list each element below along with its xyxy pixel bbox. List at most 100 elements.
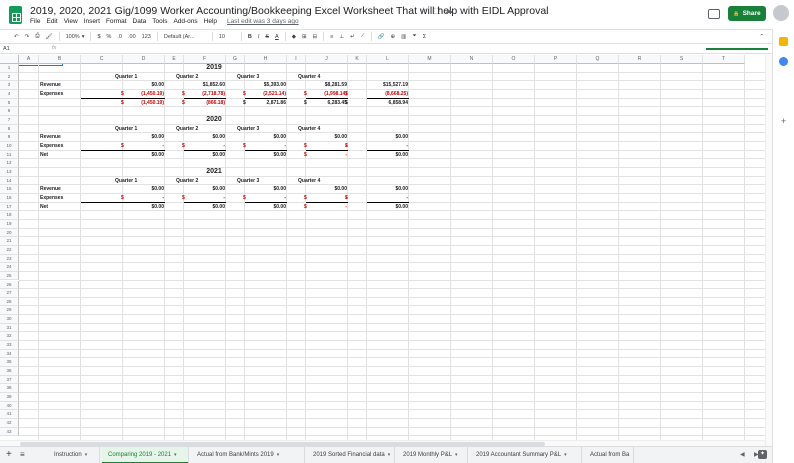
row-header-12[interactable]: 12 <box>0 159 19 168</box>
row-header-22[interactable]: 22 <box>0 245 19 255</box>
quarter-header[interactable]: Quarter 3 <box>236 177 278 186</box>
row-header-6[interactable]: 6 <box>0 107 19 116</box>
net-value[interactable]: (1,450.19) <box>123 99 165 108</box>
paint-format-icon[interactable]: 🖌 <box>46 34 53 40</box>
row-header-30[interactable]: 30 <box>0 315 19 324</box>
select-all-corner[interactable] <box>0 55 19 64</box>
net-value[interactable]: $0.00 <box>123 203 165 212</box>
row-header-18[interactable]: 18 <box>0 211 19 220</box>
row-header-35[interactable]: 35 <box>0 358 19 368</box>
row-header-19[interactable]: 19 <box>0 219 19 229</box>
row-header-43[interactable]: 43 <box>0 427 19 437</box>
column-header-s[interactable]: S <box>661 55 703 64</box>
row-label[interactable]: Revenue <box>39 81 81 90</box>
document-title[interactable]: 2019, 2020, 2021 Gig/1099 Worker Account… <box>30 5 549 17</box>
quarter-header[interactable]: Quarter 1 <box>114 125 156 134</box>
filter-icon[interactable]: ⏷ <box>412 33 416 40</box>
currency-symbol[interactable]: $ <box>303 99 311 108</box>
year-heading[interactable]: 2019 <box>184 64 244 73</box>
row-label[interactable]: Net <box>39 203 81 212</box>
fill-color-icon[interactable]: ◆ <box>292 34 296 40</box>
net-value[interactable]: $0.00 <box>245 203 287 212</box>
decrease-decimal-button[interactable]: .0 <box>117 34 122 40</box>
row-label[interactable]: Expenses <box>39 90 81 99</box>
menu-help[interactable]: Help <box>204 18 217 25</box>
chevron-down-icon[interactable]: ▾ <box>82 34 85 40</box>
share-button[interactable]: 🔒 Share <box>728 6 766 21</box>
revenue-value[interactable]: $1,852.60 <box>184 81 226 90</box>
revenue-value[interactable]: $0.00 <box>367 133 409 142</box>
row-header-26[interactable]: 26 <box>0 280 19 290</box>
row-header-21[interactable]: 21 <box>0 237 19 246</box>
net-value[interactable]: 2,871.86 <box>245 99 287 108</box>
revenue-value[interactable]: $0.00 <box>123 81 165 90</box>
row-header-39[interactable]: 39 <box>0 393 19 402</box>
column-header-r[interactable]: R <box>619 55 661 64</box>
net-value[interactable]: 6,283.45 <box>306 99 348 108</box>
sheet-grid[interactable]: A B C D E F G H I J K L M N O P Q R S T 1 2 3 4 5 6 7 8 9 10 11 12 13 14 1… <box>0 55 772 446</box>
functions-icon[interactable]: Σ <box>423 34 426 40</box>
net-value[interactable]: (866.18) <box>184 99 226 108</box>
chevron-down-icon[interactable]: ▾ <box>455 452 458 458</box>
column-header-f[interactable]: F <box>184 55 226 64</box>
sheet-tab-6[interactable]: 2019 Accountant Summary P&L ▾ <box>470 447 582 463</box>
row-header-5[interactable]: 5 <box>0 98 19 108</box>
menu-insert[interactable]: Insert <box>84 18 100 25</box>
sheet-tab-1[interactable]: Instruction ▾ <box>48 447 100 463</box>
revenue-value[interactable]: $0.00 <box>245 185 287 194</box>
vertical-align-icon[interactable]: ⊥ <box>339 34 344 40</box>
menu-data[interactable]: Data <box>133 18 147 25</box>
star-icon[interactable]: ☆ <box>420 6 427 15</box>
quarter-header[interactable]: Quarter 3 <box>236 73 278 82</box>
row-header-38[interactable]: 38 <box>0 384 19 394</box>
font-select[interactable]: Default (Ar... <box>164 34 206 40</box>
row-header-2[interactable]: 2 <box>0 72 19 82</box>
explore-icon[interactable]: ✦ <box>758 450 767 459</box>
net-value[interactable]: $0.00 <box>123 151 165 160</box>
column-header-l[interactable]: L <box>367 55 409 64</box>
row-header-11[interactable]: 11 <box>0 150 19 160</box>
chevron-down-icon[interactable]: ▾ <box>85 452 88 458</box>
row-header-24[interactable]: 24 <box>0 263 19 272</box>
row-header-29[interactable]: 29 <box>0 306 19 316</box>
row-header-14[interactable]: 14 <box>0 176 19 186</box>
column-header-b[interactable]: B <box>39 55 81 64</box>
quarter-header[interactable]: Quarter 2 <box>175 125 217 134</box>
column-header-k[interactable]: K <box>348 55 367 64</box>
all-sheets-icon[interactable]: ≡ <box>20 450 25 459</box>
revenue-value[interactable]: $8,281.59 <box>306 81 348 90</box>
net-value[interactable]: - <box>306 203 348 212</box>
column-header-h[interactable]: H <box>245 55 287 64</box>
currency-symbol[interactable]: $ <box>303 151 311 160</box>
column-header-a[interactable]: A <box>19 55 39 64</box>
borders-icon[interactable]: ⊞ <box>302 34 307 40</box>
row-header-17[interactable]: 17 <box>0 202 19 212</box>
row-header-8[interactable]: 8 <box>0 124 19 134</box>
currency-symbol[interactable]: $ <box>242 99 250 108</box>
row-header-4[interactable]: 4 <box>0 89 19 99</box>
redo-icon[interactable]: ↷ <box>25 34 30 40</box>
italic-button[interactable]: I <box>258 34 260 40</box>
chevron-down-icon[interactable]: ▾ <box>564 452 567 458</box>
scroll-tabs-left-icon[interactable]: ◀ <box>740 451 745 458</box>
currency-symbol[interactable]: $ <box>181 99 189 108</box>
sheet-tab-4[interactable]: 2019 Sorted Financial data ▾ <box>307 447 395 463</box>
strikethrough-button[interactable]: S <box>265 34 269 40</box>
revenue-value[interactable]: $0.00 <box>123 133 165 142</box>
row-header-20[interactable]: 20 <box>0 228 19 238</box>
column-header-i[interactable]: I <box>287 55 306 64</box>
net-value[interactable]: $0.00 <box>184 151 226 160</box>
row-header-27[interactable]: 27 <box>0 289 19 298</box>
net-value[interactable]: $0.00 <box>367 151 409 160</box>
row-label[interactable]: Expenses <box>39 194 81 203</box>
quarter-header[interactable]: Quarter 1 <box>114 73 156 82</box>
quarter-header[interactable]: Quarter 3 <box>236 125 278 134</box>
row-label[interactable]: Revenue <box>39 185 81 194</box>
avatar[interactable] <box>773 5 789 21</box>
sheets-logo-icon[interactable] <box>9 6 22 24</box>
currency-symbol[interactable]: $ <box>120 99 128 108</box>
collapse-toolbar-icon[interactable]: ⌃ <box>759 34 764 40</box>
horizontal-align-icon[interactable]: ≡ <box>330 34 333 40</box>
row-header-3[interactable]: 3 <box>0 81 19 90</box>
revenue-value[interactable]: $0.00 <box>306 185 348 194</box>
